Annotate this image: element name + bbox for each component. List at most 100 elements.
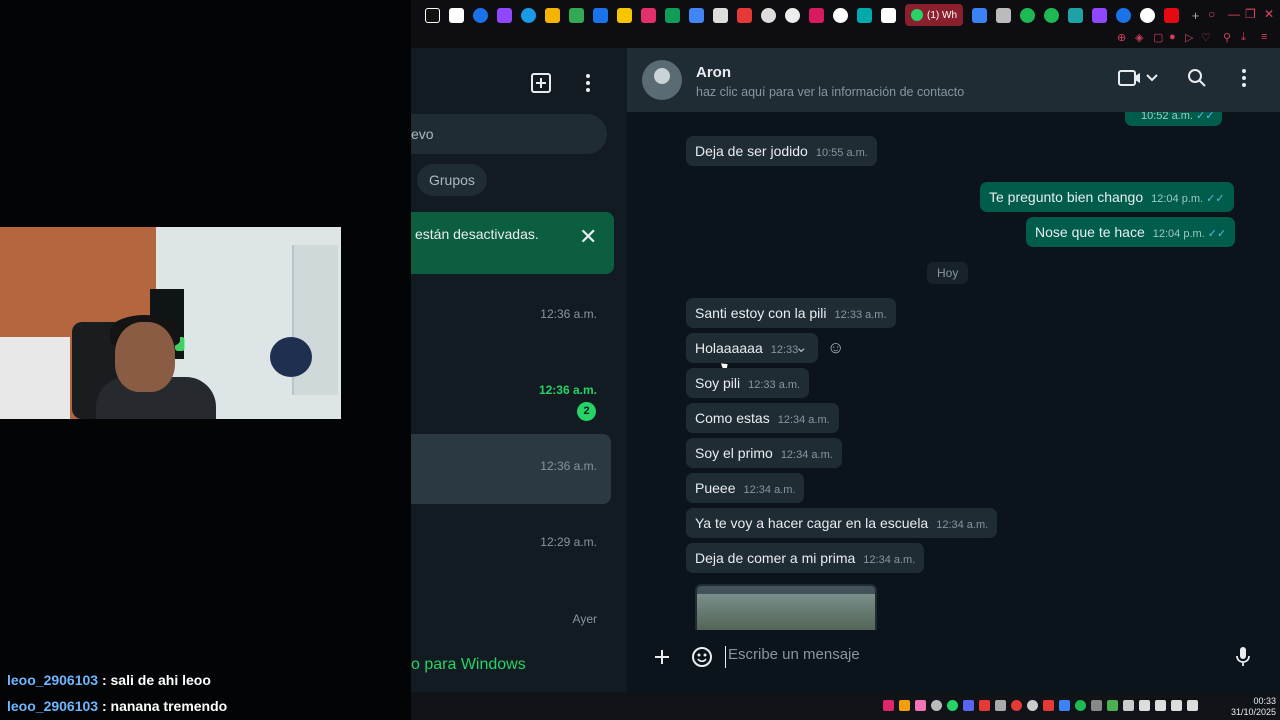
spotify-tab-icon[interactable] <box>1044 7 1059 23</box>
close-window-icon[interactable]: ✕ <box>1264 7 1274 21</box>
tray-app-icon[interactable] <box>1123 700 1134 711</box>
tab-icon[interactable] <box>737 7 752 23</box>
image-message[interactable] <box>695 584 877 630</box>
twitch-tab-icon[interactable] <box>497 7 512 23</box>
netflix-tab-icon[interactable] <box>1164 7 1179 23</box>
tab-icon[interactable] <box>996 7 1011 23</box>
battery-icon[interactable] <box>1139 700 1150 711</box>
tab-icon[interactable] <box>972 7 987 23</box>
sticker-button[interactable] <box>691 646 713 674</box>
chat-list-item[interactable]: Ayer <box>411 588 611 658</box>
message-input[interactable]: Escribe un mensaje <box>725 646 1225 668</box>
message-bubble-incoming[interactable]: Deja de ser jodido 10:55 a.m. <box>686 136 877 166</box>
tab-icon[interactable] <box>785 7 800 23</box>
menu-button[interactable] <box>573 68 603 98</box>
drive-tab-icon[interactable] <box>545 7 560 23</box>
system-clock[interactable]: 00:33 31/10/2025 <box>1231 696 1276 718</box>
tray-app-icon[interactable] <box>899 700 910 711</box>
extension-icon[interactable]: ◈ <box>1135 31 1143 44</box>
tab-icon[interactable] <box>473 7 488 23</box>
drive-tab-icon[interactable] <box>569 7 584 23</box>
message-bubble-incoming[interactable]: Deja de comer a mi prima 12:34 a.m. <box>686 543 925 573</box>
close-icon[interactable]: ✕ <box>579 224 597 250</box>
extension-icon[interactable]: ▢ <box>1153 31 1163 44</box>
tab-icon[interactable] <box>521 7 536 23</box>
spotify-tab-icon[interactable] <box>1020 7 1035 23</box>
message-bubble-incoming[interactable]: Santi estoy con la pili 12:33 a.m. <box>686 298 896 328</box>
google-tab-icon[interactable] <box>833 7 848 23</box>
network-icon[interactable] <box>1171 700 1182 711</box>
tab-icon[interactable] <box>809 7 824 23</box>
chat-list-item-selected[interactable]: 12:36 a.m. <box>411 434 611 504</box>
profile-icon[interactable]: ⚲ <box>1223 31 1231 44</box>
message-bubble-incoming[interactable]: Como estas 12:34 a.m. <box>686 403 839 433</box>
tray-app-icon[interactable] <box>883 700 894 711</box>
drive-tab-icon[interactable] <box>665 7 680 23</box>
docs-tab-icon[interactable] <box>689 7 704 23</box>
tab-icon[interactable] <box>1140 7 1155 23</box>
message-options-chevron-icon[interactable]: ⌄ <box>795 338 808 356</box>
message-bubble-incoming[interactable]: Ya te voy a hacer cagar en la escuela 12:… <box>686 508 998 538</box>
tab-icon[interactable] <box>617 7 632 23</box>
tab-icon[interactable] <box>1068 7 1083 23</box>
spotify-tray-icon[interactable] <box>1075 700 1086 711</box>
tray-app-icon[interactable] <box>1027 700 1038 711</box>
volume-icon[interactable] <box>1187 700 1198 711</box>
get-app-link[interactable]: o para Windows <box>411 656 526 674</box>
tray-app-icon[interactable] <box>931 700 942 711</box>
search-button[interactable] <box>1187 68 1207 94</box>
tray-app-icon[interactable] <box>915 700 926 711</box>
discord-tray-icon[interactable] <box>963 700 974 711</box>
tray-app-icon[interactable] <box>995 700 1006 711</box>
contact-name[interactable]: Aron <box>696 64 731 81</box>
play-icon[interactable]: ▷ <box>1185 31 1193 44</box>
tiktok-tab-icon[interactable] <box>425 7 440 23</box>
new-chat-button[interactable] <box>526 68 556 98</box>
tray-app-icon[interactable] <box>1043 700 1054 711</box>
voice-message-button[interactable] <box>1235 646 1251 674</box>
twitch-tab-icon[interactable] <box>1092 7 1107 23</box>
menu-icon[interactable]: ≡ <box>1261 31 1267 43</box>
conversation-header[interactable]: Aron haz clic aquí para ver la informaci… <box>627 48 1280 112</box>
tab-icon[interactable] <box>593 7 608 23</box>
tray-app-icon[interactable] <box>1107 700 1118 711</box>
extension-icon[interactable]: ● <box>1169 31 1176 43</box>
tray-app-icon[interactable] <box>1091 700 1102 711</box>
search-input[interactable]: evo <box>411 114 607 154</box>
filter-chip-groups[interactable]: Grupos <box>417 164 487 196</box>
tab-icon[interactable] <box>857 7 872 23</box>
avatar[interactable] <box>642 60 682 100</box>
whatsapp-tray-icon[interactable] <box>947 700 958 711</box>
tab-icon[interactable] <box>1116 7 1131 23</box>
message-bubble-outgoing[interactable]: 10:52 a.m. ✓✓ <box>1125 112 1223 126</box>
tray-app-icon[interactable] <box>979 700 990 711</box>
new-tab-plus-icon[interactable]: + <box>1188 8 1203 23</box>
message-bubble-incoming[interactable]: Soy el primo 12:34 a.m. <box>686 438 842 468</box>
video-call-button[interactable] <box>1118 68 1160 94</box>
menu-button[interactable] <box>1241 68 1247 94</box>
chat-list-item[interactable]: 12:36 a.m. <box>411 280 611 350</box>
message-bubble-incoming[interactable]: Pueee 12:34 a.m. <box>686 473 805 503</box>
tab-whatsapp[interactable]: (1) Wh <box>905 4 963 26</box>
tray-app-icon[interactable] <box>1011 700 1022 711</box>
message-bubble-outgoing[interactable]: Te pregunto bien chango 12:04 p.m. ✓✓ <box>980 182 1234 212</box>
download-icon[interactable]: ⤓ <box>1241 31 1246 44</box>
tab-icon[interactable] <box>761 7 776 23</box>
tray-app-icon[interactable] <box>1059 700 1070 711</box>
tab-icon[interactable] <box>881 7 896 23</box>
search-tabs-icon[interactable]: ○ <box>1208 7 1215 21</box>
maximize-icon[interactable]: ❐ <box>1245 7 1256 21</box>
attach-button[interactable] <box>653 646 671 672</box>
tab-icon[interactable] <box>713 7 728 23</box>
message-area[interactable]: 10:52 a.m. ✓✓ Deja de ser jodido 10:55 a.m… <box>627 112 1280 630</box>
tab-icon[interactable] <box>449 7 464 23</box>
usb-icon[interactable] <box>1155 700 1166 711</box>
heart-icon[interactable]: ♡ <box>1201 31 1211 44</box>
contact-subtitle[interactable]: haz clic aquí para ver la información de… <box>696 85 964 99</box>
message-bubble-incoming[interactable]: Soy pili 12:33 a.m. <box>686 368 810 398</box>
emoji-react-icon[interactable]: ☺ <box>827 338 844 358</box>
zoom-icon[interactable]: ⊕ <box>1117 31 1126 44</box>
chat-list-item[interactable]: 12:36 a.m. 2 <box>411 350 611 421</box>
message-bubble-outgoing[interactable]: Nose que te hace 12:04 p.m. ✓✓ <box>1026 217 1236 247</box>
instagram-tab-icon[interactable] <box>641 7 656 23</box>
